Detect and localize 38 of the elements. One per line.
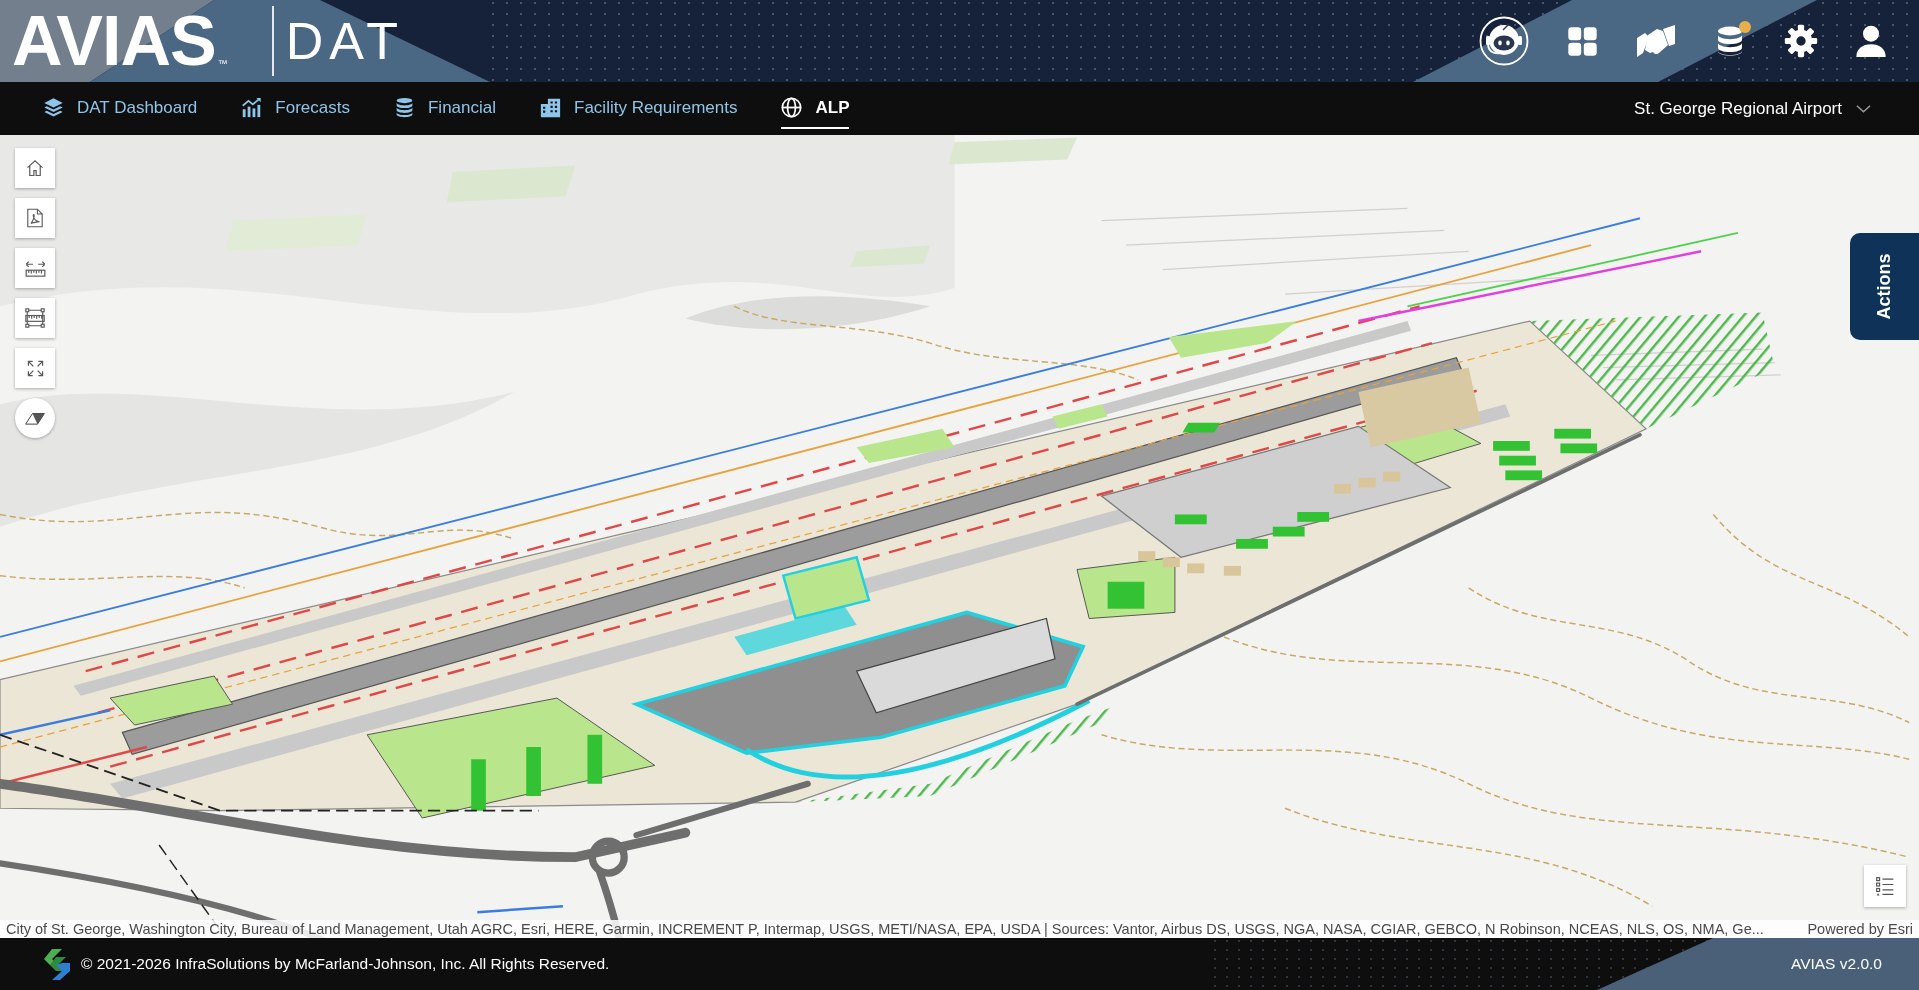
grid-icon[interactable] [1567,25,1598,57]
nav-tab[interactable]: Facility Requirements [540,88,738,129]
bar-chart-icon [241,97,263,118]
airport-dropdown[interactable]: St. George Regional Airport [1634,95,1871,122]
expand-icon [26,359,44,377]
building-icon [540,97,561,118]
version-label: AVIAS v2.0.0 [1790,954,1882,975]
robot-headset-icon[interactable] [1479,16,1529,66]
logo-wordmark: AVIAS [12,11,216,71]
user-icon[interactable] [1856,25,1886,57]
list-icon [1875,876,1895,896]
map-attribution-text: City of St. George, Washington City, Bureau of Land Management, Utah AGRC, Esri, HERE, Garmin, INCREMENT P, Intermap, USGS, METI/NASA, EPA, USDA | Sources: Vantor, Airbus DS, USGS, NGA, NASA, CGIAR, GEBCO, N Robinson, NCEAS, NLS, OS, NMA, Ge... [6,920,1764,938]
trademark-mark: ™ [217,59,228,69]
layered-logo-icon [42,947,72,981]
pdf-button[interactable] [15,198,55,238]
product-name: DAT [285,15,404,67]
ruler-frame-icon [25,308,45,328]
copyright-text: © 2021-2026 InfraSolutions by McFarland-Johnson, Inc. All Rights Reserved. [81,954,610,975]
globe-icon [781,97,803,118]
nav-tab[interactable]: ALP [781,88,850,129]
measure-distance-button[interactable] [15,248,55,288]
chevron-down-icon [1856,103,1871,114]
nav-tab[interactable]: Financial [393,88,496,129]
home-button[interactable] [15,148,55,188]
nav-tab[interactable]: DAT Dashboard [43,88,198,129]
home-icon [26,159,44,177]
actions-tab[interactable]: Actions [1850,233,1919,340]
powered-by-link[interactable]: Powered by Esri [1807,920,1913,938]
layers-icon [43,97,64,118]
legend-button[interactable] [1864,865,1906,907]
fullscreen-button[interactable] [15,348,55,388]
nav-tab[interactable]: Forecasts [241,88,350,129]
pdf-document-icon [27,208,43,228]
parallelogram-icon [25,411,45,425]
settings-icon[interactable] [1784,24,1818,58]
handshake-icon[interactable] [1636,24,1676,58]
ruler-arrows-icon [24,259,46,277]
measure-area-button[interactable] [15,298,55,338]
